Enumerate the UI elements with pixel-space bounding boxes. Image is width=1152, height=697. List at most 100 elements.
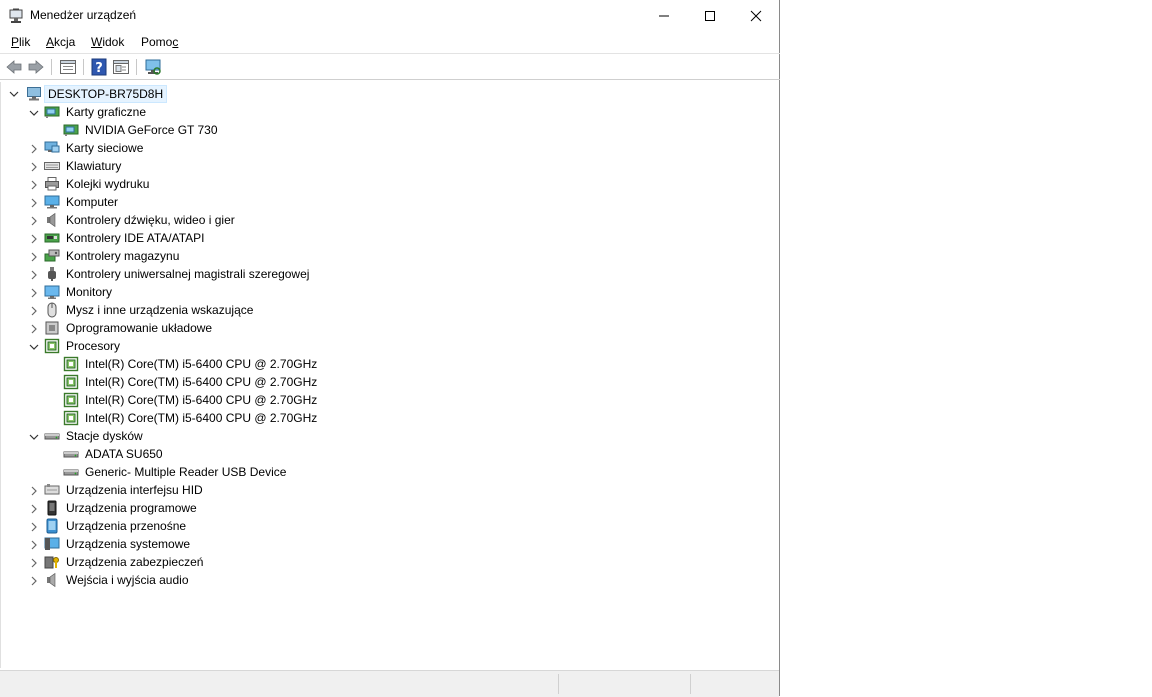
tree-category-item[interactable]: Karty sieciowe: [1, 139, 421, 157]
tree-category-item[interactable]: Kontrolery dźwięku, wideo i gier: [1, 211, 421, 229]
menu-pomoc[interactable]: Pomoc: [141, 35, 178, 49]
chevron-right-icon[interactable]: [29, 575, 39, 586]
tree-device-item[interactable]: Generic- Multiple Reader USB Device: [1, 463, 421, 481]
tree-item-label: Mysz i inne urządzenia wskazujące: [66, 303, 254, 317]
status-bar: [0, 670, 779, 697]
tree-category-item[interactable]: Urządzenia programowe: [1, 499, 421, 517]
chevron-right-icon[interactable]: [29, 485, 39, 496]
tree-category-item[interactable]: Komputer: [1, 193, 421, 211]
tree-item-label: Oprogramowanie układowe: [66, 321, 213, 335]
chevron-down-icon[interactable]: [29, 431, 39, 441]
tree-item-label: Komputer: [66, 195, 119, 209]
tree-category-item[interactable]: Urządzenia zabezpieczeń: [1, 553, 421, 571]
disk-drive-icon: [63, 446, 79, 462]
chevron-right-icon[interactable]: [29, 557, 39, 568]
tree-category-item[interactable]: Kolejki wydruku: [1, 175, 421, 193]
tree-category-item[interactable]: Kontrolery uniwersalnej magistrali szere…: [1, 265, 421, 283]
chevron-right-icon[interactable]: [29, 503, 39, 514]
tree-category-item[interactable]: Mysz i inne urządzenia wskazujące: [1, 301, 421, 319]
chevron-right-icon[interactable]: [29, 305, 39, 316]
tree-category-item[interactable]: Kontrolery magazynu: [1, 247, 421, 265]
toolbar-separator: [136, 59, 137, 75]
storage-controller-icon: [44, 248, 60, 264]
tree-category-item[interactable]: Wejścia i wyjścia audio: [1, 571, 421, 589]
tree-item-label: Urządzenia zabezpieczeń: [66, 555, 204, 569]
menu-widok[interactable]: Widok: [91, 35, 124, 49]
status-divider: [558, 674, 559, 694]
action-view-icon[interactable]: [112, 58, 130, 76]
tree-item-label: Intel(R) Core(TM) i5-6400 CPU @ 2.70GHz: [85, 411, 318, 425]
tree-category-item[interactable]: Kontrolery IDE ATA/ATAPI: [1, 229, 421, 247]
help-icon[interactable]: ?: [90, 58, 108, 76]
tree-item-label: Kontrolery magazynu: [66, 249, 180, 263]
chevron-right-icon[interactable]: [29, 161, 39, 172]
minimize-button[interactable]: [641, 0, 687, 31]
tree-item-label: Karty sieciowe: [66, 141, 144, 155]
tree-root[interactable]: DESKTOP-BR75D8H: [1, 85, 168, 103]
tree-category-item[interactable]: Monitory: [1, 283, 421, 301]
tree-category-item[interactable]: Oprogramowanie układowe: [1, 319, 421, 337]
audio-io-icon: [44, 572, 60, 588]
properties-view-icon[interactable]: [59, 58, 77, 76]
disk-drive-icon: [63, 464, 79, 480]
tree-category-item[interactable]: Procesory: [1, 337, 421, 355]
tree-device-item[interactable]: Intel(R) Core(TM) i5-6400 CPU @ 2.70GHz: [1, 355, 421, 373]
maximize-button[interactable]: [687, 0, 733, 31]
menu-akcja[interactable]: Akcja: [46, 35, 75, 49]
chevron-down-icon[interactable]: [29, 341, 39, 351]
chevron-right-icon[interactable]: [29, 269, 39, 280]
chevron-right-icon[interactable]: [29, 323, 39, 334]
cpu-icon: [63, 374, 79, 390]
tree-category-item[interactable]: Urządzenia interfejsu HID: [1, 481, 421, 499]
chevron-right-icon[interactable]: [29, 197, 39, 208]
forward-arrow-icon[interactable]: [27, 58, 45, 76]
printer-icon: [44, 176, 60, 192]
hid-icon: [44, 482, 60, 498]
computer-desktop-icon: [27, 87, 41, 101]
chevron-down-icon[interactable]: [29, 107, 39, 117]
tree-root-label: DESKTOP-BR75D8H: [44, 85, 168, 103]
menu-plik[interactable]: Plik: [11, 35, 30, 49]
chevron-right-icon[interactable]: [29, 251, 39, 262]
tree-item-label: Urządzenia przenośne: [66, 519, 187, 533]
tree-category-item[interactable]: Klawiatury: [1, 157, 421, 175]
tree-device-item[interactable]: Intel(R) Core(TM) i5-6400 CPU @ 2.70GHz: [1, 409, 421, 427]
chevron-right-icon[interactable]: [29, 233, 39, 244]
tree-device-item[interactable]: NVIDIA GeForce GT 730: [1, 121, 421, 139]
scan-hardware-icon[interactable]: [144, 58, 162, 76]
tree-device-item[interactable]: Intel(R) Core(TM) i5-6400 CPU @ 2.70GHz: [1, 391, 421, 409]
speaker-icon: [44, 212, 60, 228]
svg-text:?: ?: [95, 61, 103, 76]
tree-device-item[interactable]: ADATA SU650: [1, 445, 421, 463]
chevron-down-icon[interactable]: [9, 89, 19, 99]
device-tree[interactable]: DESKTOP-BR75D8H Karty graficzne NVIDIA Ge…: [0, 82, 779, 668]
tree-item-label: Kolejki wydruku: [66, 177, 150, 191]
usb-icon: [44, 266, 60, 282]
tree-item-label: Urządzenia programowe: [66, 501, 197, 515]
close-icon: [750, 10, 762, 21]
tree-item-label: Karty graficzne: [66, 105, 147, 119]
chevron-right-icon[interactable]: [29, 521, 39, 532]
window-title: Menedżer urządzeń: [30, 8, 137, 22]
tree-item-label: Intel(R) Core(TM) i5-6400 CPU @ 2.70GHz: [85, 393, 318, 407]
tree-category-item[interactable]: Urządzenia systemowe: [1, 535, 421, 553]
display-adapter-icon: [44, 104, 60, 120]
title-bar[interactable]: Menedżer urządzeń: [0, 0, 780, 31]
tree-category-item[interactable]: Stacje dysków: [1, 427, 421, 445]
back-arrow-icon[interactable]: [5, 58, 23, 76]
tree-item-label: Generic- Multiple Reader USB Device: [85, 465, 287, 479]
tree-item-label: NVIDIA GeForce GT 730: [85, 123, 218, 137]
chevron-right-icon[interactable]: [29, 215, 39, 226]
tree-category-item[interactable]: Karty graficzne: [1, 103, 421, 121]
tree-device-item[interactable]: Intel(R) Core(TM) i5-6400 CPU @ 2.70GHz: [1, 373, 421, 391]
chevron-right-icon[interactable]: [29, 179, 39, 190]
network-icon: [44, 140, 60, 156]
monitor-icon: [44, 284, 60, 300]
chevron-right-icon[interactable]: [29, 287, 39, 298]
tree-category-item[interactable]: Urządzenia przenośne: [1, 517, 421, 535]
tree-item-label: Intel(R) Core(TM) i5-6400 CPU @ 2.70GHz: [85, 357, 318, 371]
chevron-right-icon[interactable]: [29, 539, 39, 550]
chevron-right-icon[interactable]: [29, 143, 39, 154]
cpu-icon: [44, 338, 60, 354]
close-button[interactable]: [733, 0, 779, 31]
